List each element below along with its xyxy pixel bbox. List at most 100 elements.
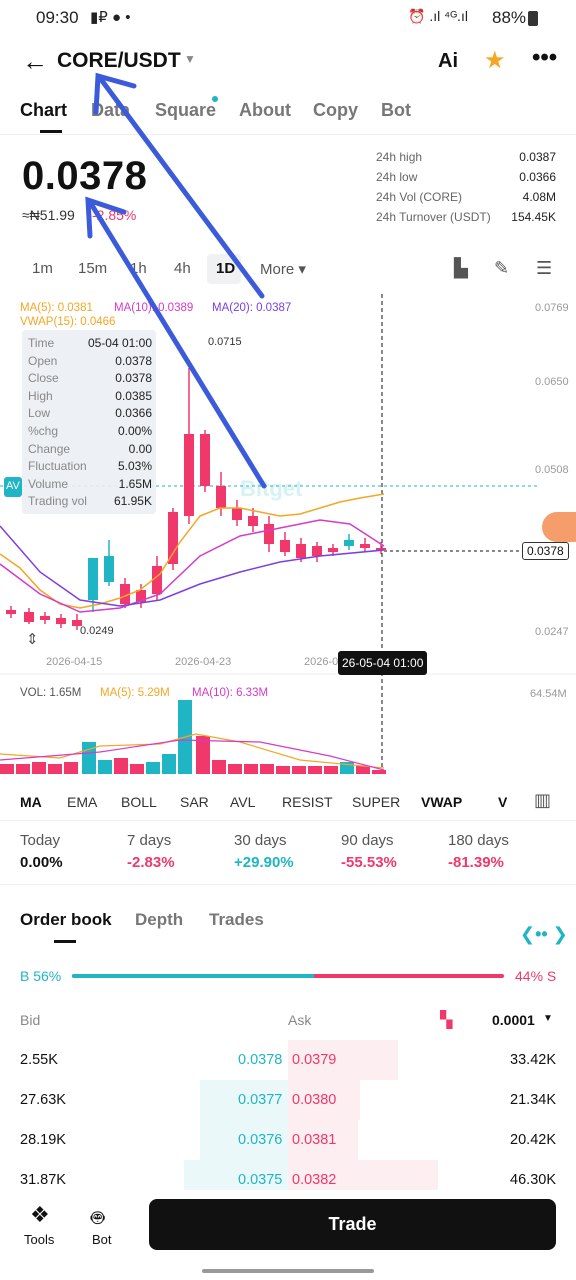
tools-label[interactable]: Tools [24, 1232, 54, 1247]
perf-180d: 180 days -81.39% [448, 832, 509, 871]
chevron-down-icon[interactable]: ▼ [184, 52, 196, 66]
volume-bar [212, 760, 226, 774]
candle-body [200, 434, 210, 486]
more-menu-icon[interactable]: ••• [532, 44, 557, 72]
chart-type-icon[interactable]: ▙ [454, 258, 468, 279]
tab-data[interactable]: Data [91, 100, 130, 121]
ma10-legend: MA(10): 0.0389 [114, 302, 194, 314]
volume-bar [292, 766, 306, 774]
candle-body [168, 512, 178, 564]
indicator-sar[interactable]: SAR [180, 794, 209, 810]
tooltip-row: Low 0.0366 [28, 406, 152, 421]
indicator-super[interactable]: SUPER [352, 794, 400, 810]
settings-icon[interactable]: ☰ [536, 258, 552, 279]
indicator-avl[interactable]: AVL [230, 794, 255, 810]
orderbook-row[interactable]: 27.63K 0.0377 0.0380 21.34K [0, 1080, 576, 1120]
draw-pen-icon[interactable]: ✎ [494, 258, 509, 279]
trade-button[interactable]: Trade [149, 1199, 556, 1250]
volume-bar [64, 762, 78, 774]
indicator-settings-icon[interactable]: ▥ [534, 790, 551, 811]
date-axis-label: 2026-04-23 [175, 656, 232, 668]
vwap-legend: VWAP(15): 0.0466 [20, 316, 116, 328]
volume-bar [162, 754, 176, 774]
fiat-price: ≈₦51.99 [22, 207, 75, 223]
volume-bar [82, 742, 96, 774]
orderbook-row[interactable]: 2.55K 0.0378 0.0379 33.42K [0, 1040, 576, 1080]
ratio-bar [72, 974, 504, 978]
tab-square[interactable]: Square [155, 100, 216, 121]
timeframe-more[interactable]: More ▾ [260, 260, 306, 278]
floating-chat-icon[interactable] [542, 512, 576, 542]
indicator-boll[interactable]: BOLL [121, 794, 157, 810]
bot-icon[interactable]: 🤖︎ [91, 1202, 104, 1234]
timeframe-1m[interactable]: 1m [32, 260, 53, 277]
back-arrow-icon[interactable]: ← [22, 46, 48, 77]
volume-bar [130, 764, 144, 774]
star-icon[interactable]: ★ [484, 46, 506, 75]
tab-bot[interactable]: Bot [381, 100, 411, 121]
timeframe-1d[interactable]: 1D [216, 260, 235, 277]
precision-select[interactable]: 0.0001 [492, 1012, 535, 1028]
home-indicator [202, 1269, 374, 1273]
chevron-down-icon[interactable]: ▼ [543, 1013, 553, 1024]
stat-turnover: 24h Turnover (USDT) 154.45K [376, 210, 556, 224]
volume-bar [32, 762, 46, 774]
tooltip-row: Volume 1.65M [28, 476, 152, 491]
tooltip-row: Change 0.00 [28, 441, 152, 456]
tab-copy[interactable]: Copy [313, 100, 358, 121]
indicator-ema[interactable]: EMA [67, 794, 97, 810]
tab-about[interactable]: About [239, 100, 291, 121]
vol-ma5-legend: MA(5): 5.29M [100, 687, 170, 699]
active-tab-indicator [40, 130, 62, 133]
candle-body [312, 546, 322, 556]
timeframe-1h[interactable]: 1h [130, 260, 147, 277]
battery-icon [528, 11, 538, 26]
crosshair-time-label: 26-05-04 01:00 [338, 651, 428, 675]
stat-volume: 24h Vol (CORE) 4.08M [376, 190, 556, 204]
candle-body [6, 610, 16, 614]
perf-today: Today 0.00% [20, 832, 63, 871]
candle-body [280, 540, 290, 552]
current-price-tag: 0.0378 [522, 542, 569, 560]
battery-level: 88% [492, 8, 527, 27]
indicator-ma[interactable]: MA [20, 794, 42, 810]
timeframe-4h[interactable]: 4h [174, 260, 191, 277]
tooltip-row: Fluctuation 5.03% [28, 459, 152, 474]
vol-legend: VOL: 1.65M [20, 687, 82, 699]
bot-label[interactable]: Bot [92, 1232, 112, 1247]
price-change: -2.85% [92, 207, 137, 223]
candle-body [232, 508, 242, 520]
orderbook-row[interactable]: 28.19K 0.0376 0.0381 20.42K [0, 1120, 576, 1160]
status-time: 09:30 [36, 8, 79, 27]
tab-order-book[interactable]: Order book [20, 910, 112, 930]
tooltip-row: Close 0.0378 [28, 371, 152, 386]
volume-bar [146, 762, 160, 774]
pair-title[interactable]: CORE/USDT [57, 49, 181, 73]
ma10-line [0, 519, 385, 613]
expand-vertical-icon[interactable]: ⇕ [26, 630, 39, 648]
tools-icon[interactable]: ❖ [30, 1202, 50, 1228]
ai-button[interactable]: Ai [438, 50, 458, 73]
watermark-logo: Bitget [240, 476, 303, 501]
candle-body [40, 616, 50, 620]
tab-depth[interactable]: Depth [135, 910, 183, 930]
divider [0, 820, 576, 821]
volume-bar [308, 766, 322, 774]
volume-bar [228, 764, 242, 774]
indicator-vwap[interactable]: VWAP [421, 794, 462, 810]
volume-bar [114, 758, 128, 774]
tab-trades[interactable]: Trades [209, 910, 264, 930]
candle-body [360, 544, 370, 548]
volume-bar [16, 764, 30, 774]
indicator-v[interactable]: V [498, 794, 507, 810]
timeframe-15m[interactable]: 15m [78, 260, 107, 277]
candle-body [328, 548, 338, 552]
stat-high: 24h high 0.0387 [376, 150, 556, 164]
status-icons: ▮₽ ● • [90, 9, 131, 26]
layout-toggle-icon[interactable]: ▚ [440, 1010, 452, 1030]
low-price-label: 0.0249 [80, 625, 114, 637]
sell-ratio: 44% S [515, 968, 557, 984]
volume-bar [98, 760, 112, 774]
indicator-resist[interactable]: RESIST [282, 794, 333, 810]
tab-chart[interactable]: Chart [20, 100, 67, 121]
